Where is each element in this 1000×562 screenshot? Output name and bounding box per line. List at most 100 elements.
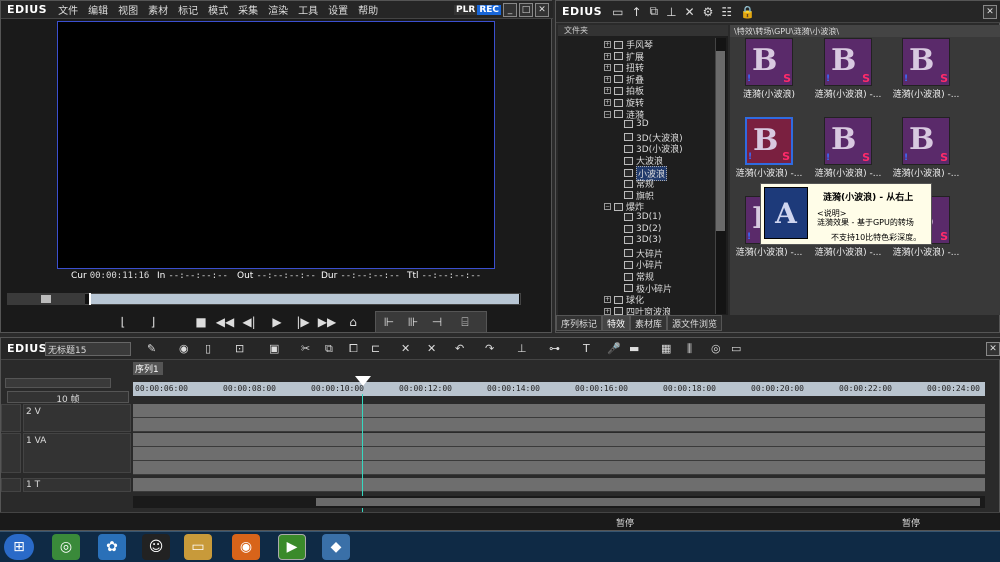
effect-thumbnail[interactable]: BS! — [745, 38, 793, 86]
menu-settings[interactable]: 设置 — [323, 2, 353, 17]
properties-icon[interactable]: ⚙ — [699, 5, 718, 19]
lock-icon[interactable]: 🔒 — [736, 5, 759, 19]
playhead-marker[interactable] — [355, 376, 371, 386]
redo-icon[interactable]: ↷ — [485, 342, 494, 355]
sync-icon[interactable]: ⌸ — [455, 313, 475, 331]
effect-thumbnail[interactable]: BS! — [745, 117, 793, 165]
save-icon[interactable]: ▣ — [269, 342, 279, 355]
mixer-icon[interactable]: ⫼ — [687, 342, 692, 356]
play-icon[interactable]: ▶ — [267, 313, 287, 331]
insert-icon[interactable]: ⊩ — [379, 313, 399, 331]
qq-icon[interactable]: ☺ — [142, 534, 170, 560]
rewind-icon[interactable]: ◀◀ — [215, 313, 235, 331]
zoom-level[interactable]: 10 帧 — [7, 391, 129, 405]
cut-icon[interactable]: ✂ — [301, 342, 310, 355]
rec-toggle[interactable]: REC — [477, 4, 501, 15]
paste-icon[interactable]: ⧠ — [349, 342, 358, 356]
edius-taskbar-icon[interactable]: ▶ — [278, 534, 306, 560]
folder-icon[interactable]: ▭ — [608, 5, 627, 19]
open-icon[interactable]: ⊡ — [235, 342, 244, 355]
jog-knob[interactable] — [41, 295, 51, 303]
menu-file[interactable]: 文件 — [53, 2, 83, 17]
step-forward-icon[interactable]: |▶ — [293, 313, 313, 331]
expand-icon[interactable]: + — [604, 99, 611, 106]
effect-thumbnail[interactable]: BS! — [824, 38, 872, 86]
track-lane-1va-audio2[interactable] — [133, 461, 985, 475]
app-icon-2[interactable]: ✿ — [98, 534, 126, 560]
explorer-icon[interactable]: ▭ — [184, 534, 212, 560]
step-back-icon[interactable]: ◀| — [239, 313, 259, 331]
set-in-icon[interactable]: ⌊ — [113, 313, 133, 331]
effect-thumbnail[interactable]: BS! — [902, 38, 950, 86]
tree-scroll-thumb[interactable] — [716, 51, 725, 231]
track-header-1va[interactable]: 1 VA — [23, 433, 131, 473]
title-icon[interactable]: T — [583, 342, 590, 355]
menu-marker[interactable]: 标记 — [173, 2, 203, 17]
app-icon-1[interactable]: ◎ — [52, 534, 80, 560]
maximize-button[interactable]: □ — [519, 2, 533, 17]
tab-sequence-markers[interactable]: 序列标记 — [556, 315, 603, 331]
fast-forward-icon[interactable]: ▶▶ — [317, 313, 337, 331]
menu-view[interactable]: 视图 — [113, 2, 143, 17]
track-header-2v[interactable]: 2 V — [23, 404, 131, 432]
mode-icon[interactable]: ✎ — [147, 342, 156, 355]
track-lock-2v[interactable] — [1, 404, 21, 432]
expand-icon[interactable]: + — [604, 52, 611, 60]
menu-help[interactable]: 帮助 — [353, 2, 383, 17]
track-lock-1va[interactable] — [1, 433, 21, 473]
grid-icon[interactable]: ▦ — [661, 342, 671, 355]
effect-thumbnail[interactable]: BS! — [902, 117, 950, 165]
effect-thumbnail[interactable]: BS! — [824, 117, 872, 165]
menu-mode[interactable]: 模式 — [203, 2, 233, 17]
copy-icon[interactable]: ⧉ — [646, 4, 663, 19]
collapse-icon[interactable]: − — [604, 110, 611, 118]
timeline-scroll-thumb[interactable] — [316, 498, 980, 506]
playhead-line[interactable] — [362, 394, 363, 530]
layout-icon[interactable]: ▭ — [731, 342, 741, 355]
view-icon[interactable]: ☷ — [717, 5, 736, 19]
menu-capture[interactable]: 采集 — [233, 2, 263, 17]
firefox-icon[interactable]: ◉ — [232, 534, 260, 560]
new-icon[interactable]: ▯ — [205, 342, 211, 355]
app-icon-3[interactable]: ◆ — [322, 534, 350, 560]
tree-item[interactable]: 3D — [624, 119, 649, 129]
replace-clip-icon[interactable]: ⊏ — [371, 342, 380, 355]
expand-icon[interactable]: + — [604, 296, 611, 304]
expand-icon[interactable]: + — [604, 41, 611, 48]
render-icon[interactable]: ◎ — [711, 342, 721, 355]
color-bar-icon[interactable]: ▬ — [629, 342, 639, 355]
up-folder-icon[interactable]: ↑ — [627, 5, 645, 19]
loop-icon[interactable]: ⌂ — [343, 313, 363, 331]
delete-icon[interactable]: ✕ — [681, 5, 699, 19]
tab-effects[interactable]: 特效 — [602, 315, 631, 331]
minimize-button[interactable]: _ — [503, 2, 517, 17]
voiceover-icon[interactable]: 🎤 — [607, 342, 621, 355]
zoom-slider[interactable] — [5, 378, 111, 388]
menu-clip[interactable]: 素材 — [143, 2, 173, 17]
insert-effect-icon[interactable]: ⊥ — [662, 5, 680, 19]
track-header-1t[interactable]: 1 T — [23, 478, 131, 492]
replace-icon[interactable]: ⊣ — [427, 313, 447, 331]
expand-icon[interactable]: + — [604, 64, 611, 72]
plr-toggle[interactable]: PLR — [454, 4, 478, 15]
capture-icon[interactable]: ◉ — [179, 342, 189, 355]
set-out-icon[interactable]: ⌋ — [143, 313, 163, 331]
track-lane-1va-video[interactable] — [133, 433, 985, 447]
track-lane-1va-audio1[interactable] — [133, 447, 985, 461]
track-lane-2v-upper[interactable] — [133, 404, 985, 418]
tab-source-browser[interactable]: 源文件浏览 — [667, 315, 723, 331]
menu-edit[interactable]: 编辑 — [83, 2, 113, 17]
start-icon[interactable]: ⊞ — [4, 534, 34, 560]
tab-library[interactable]: 素材库 — [630, 315, 668, 331]
expand-icon[interactable]: + — [604, 307, 611, 315]
collapse-icon[interactable]: − — [604, 203, 611, 211]
timeline-close-button[interactable]: ✕ — [986, 342, 1000, 356]
marker-icon[interactable]: ⊥ — [517, 342, 527, 355]
tree-item[interactable]: 3D(1) — [624, 212, 661, 222]
sequence-tab[interactable]: 序列1 — [133, 362, 163, 375]
menu-tools[interactable]: 工具 — [293, 2, 323, 17]
bin-close-button[interactable]: ✕ — [983, 4, 997, 19]
expand-icon[interactable]: + — [604, 75, 611, 83]
undo-icon[interactable]: ↶ — [455, 342, 464, 355]
tree-item[interactable]: 3D(2) — [624, 224, 661, 234]
